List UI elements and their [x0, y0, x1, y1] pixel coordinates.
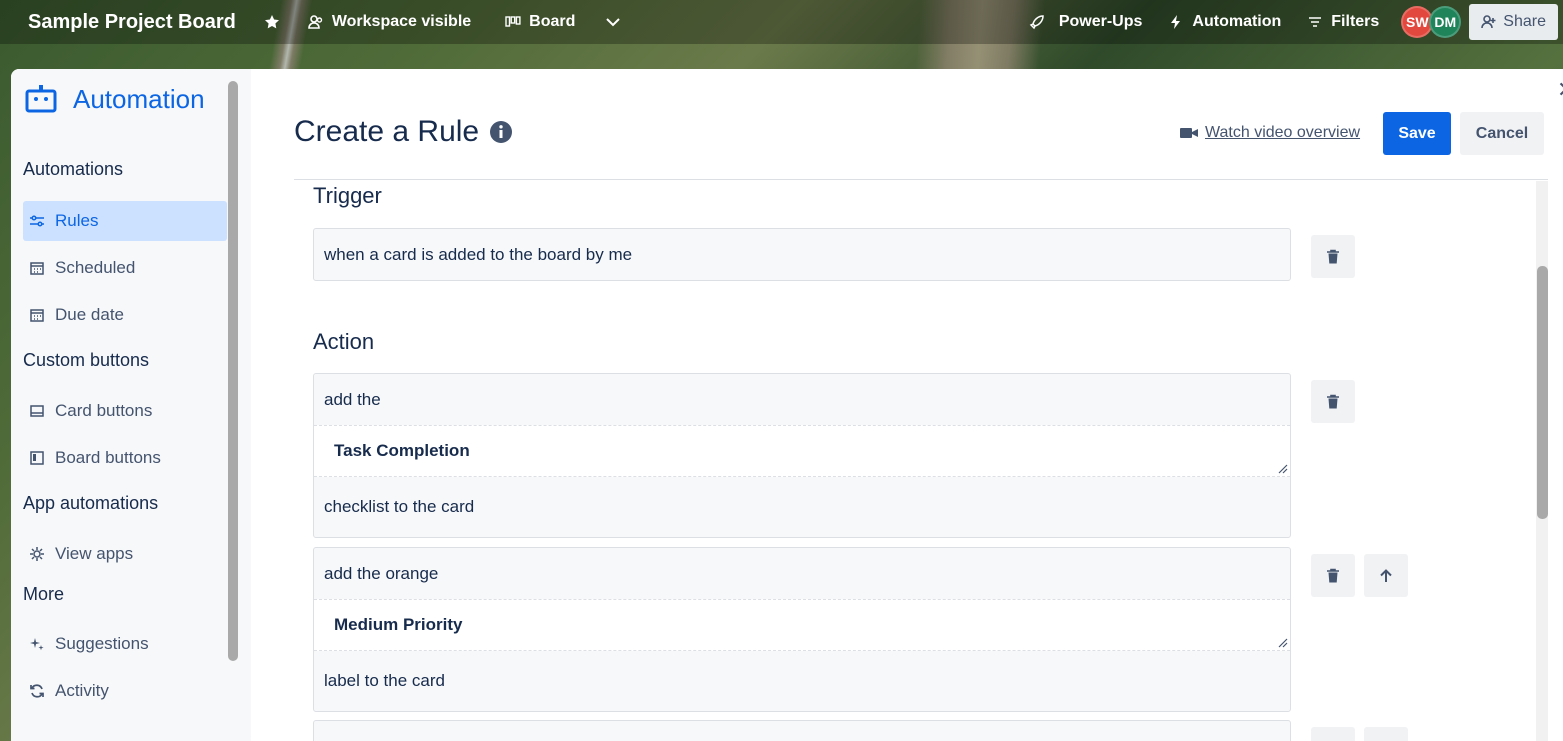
- sparkle-icon: [30, 638, 44, 651]
- star-button[interactable]: [254, 6, 290, 38]
- add-person-icon: [1481, 15, 1496, 29]
- automation-label: Automation: [1192, 13, 1282, 30]
- workspace-visible-label: Workspace visible: [331, 13, 472, 30]
- move-up-button[interactable]: [1364, 554, 1408, 597]
- sidebar-item-label: Rules: [55, 211, 99, 230]
- sidebar-item-label: Board buttons: [55, 448, 161, 467]
- delete-action-button[interactable]: [1311, 380, 1355, 423]
- trigger-text: when a card is added to the board by me: [324, 244, 633, 264]
- robot-icon: [25, 85, 57, 113]
- automation-sidebar: Automation Automations Rules Scheduled D…: [11, 69, 251, 741]
- filter-icon: [1309, 17, 1322, 27]
- sidebar-title: Automation: [73, 83, 205, 114]
- section-app-automations: App automations: [23, 493, 159, 513]
- delete-action-button[interactable]: [1311, 727, 1355, 741]
- info-icon[interactable]: [489, 120, 513, 144]
- trash-icon: [1327, 568, 1339, 582]
- sidebar-scrollbar[interactable]: [228, 81, 238, 661]
- resize-handle-icon[interactable]: [1276, 462, 1288, 474]
- header-divider: [294, 179, 1548, 180]
- sidebar-item-label: Card buttons: [55, 401, 153, 420]
- save-button[interactable]: Save: [1383, 112, 1451, 155]
- main-scrollbar-thumb[interactable]: [1537, 266, 1548, 519]
- sidebar-item-label: Due date: [55, 305, 124, 324]
- move-up-button[interactable]: [1364, 727, 1408, 741]
- sidebar-item-label: Activity: [55, 681, 109, 700]
- sidebar-item-scheduled[interactable]: Scheduled: [23, 248, 227, 288]
- people-icon: [308, 15, 323, 29]
- page-title: Create a Rule: [294, 115, 513, 149]
- sidebar-item-label: Scheduled: [55, 258, 136, 277]
- action-block: add the orange Medium Priority label to …: [313, 547, 1291, 712]
- share-button[interactable]: Share: [1469, 4, 1558, 40]
- action-block: add the Task Completion checklist to the…: [313, 373, 1291, 538]
- label-name-field[interactable]: Medium Priority: [314, 599, 1290, 651]
- sliders-icon: [30, 215, 44, 227]
- board-icon: [505, 16, 521, 27]
- board-view-label: Board: [529, 13, 576, 30]
- star-icon: [264, 15, 279, 29]
- rocket-icon: [1029, 15, 1044, 30]
- close-icon[interactable]: ✕: [1557, 77, 1563, 103]
- video-camera-icon: [1180, 128, 1198, 138]
- cancel-button[interactable]: Cancel: [1460, 112, 1544, 155]
- automation-panel: Automation Automations Rules Scheduled D…: [11, 69, 1563, 741]
- card-icon: [30, 405, 44, 417]
- refresh-icon: [30, 684, 44, 698]
- action-suffix: checklist to the card: [324, 497, 475, 516]
- power-ups-label: Power-Ups: [1058, 13, 1143, 30]
- workspace-visibility-button[interactable]: Workspace visible: [298, 6, 481, 38]
- sidebar-item-activity[interactable]: Activity: [23, 671, 227, 711]
- action-prefix: add the orange: [324, 563, 439, 583]
- sidebar-item-label: View apps: [55, 544, 134, 563]
- trigger-heading: Trigger: [313, 183, 382, 208]
- sidebar-item-card-buttons[interactable]: Card buttons: [23, 391, 227, 431]
- section-more: More: [23, 584, 65, 604]
- board-icon: [30, 451, 44, 465]
- watch-video-link[interactable]: Watch video overview: [1179, 124, 1360, 142]
- action-heading: Action: [313, 329, 375, 354]
- sidebar-header: Automation: [25, 83, 205, 115]
- action-prefix: add the: [324, 389, 381, 409]
- automation-button[interactable]: Automation: [1158, 6, 1291, 38]
- sidebar-item-suggestions[interactable]: Suggestions: [23, 624, 227, 664]
- board-view-button[interactable]: Board: [495, 6, 585, 38]
- filters-button[interactable]: Filters: [1297, 6, 1389, 38]
- view-switcher-button[interactable]: [595, 6, 631, 38]
- sidebar-item-due-date[interactable]: Due date: [23, 295, 227, 335]
- sidebar-item-view-apps[interactable]: View apps: [23, 534, 227, 574]
- board-title[interactable]: Sample Project Board: [28, 11, 236, 34]
- action-block: [313, 720, 1291, 741]
- trash-icon: [1327, 394, 1339, 408]
- share-label: Share: [1503, 13, 1546, 30]
- resize-handle-icon[interactable]: [1276, 636, 1288, 648]
- calendar-icon: [30, 262, 44, 275]
- gear-icon: [30, 547, 44, 561]
- rule-editor: Create a Rule Watch video overview Save …: [251, 69, 1563, 741]
- avatar[interactable]: DM: [1429, 6, 1462, 38]
- board-header: Sample Project Board Workspace visible B…: [0, 0, 1563, 44]
- watch-video-label: Watch video overview: [1205, 124, 1361, 141]
- sidebar-item-rules[interactable]: Rules: [23, 201, 227, 241]
- arrow-up-icon: [1380, 568, 1392, 582]
- lightning-icon: [1171, 15, 1181, 29]
- delete-trigger-button[interactable]: [1311, 235, 1355, 278]
- sidebar-item-label: Suggestions: [55, 634, 149, 653]
- page-title-text: Create a Rule: [294, 115, 480, 148]
- label-name-value: Medium Priority: [334, 615, 463, 634]
- trigger-block[interactable]: when a card is added to the board by me: [313, 228, 1291, 281]
- checklist-name-field[interactable]: Task Completion: [314, 425, 1290, 477]
- calendar-icon: [30, 309, 44, 322]
- sidebar-item-board-buttons[interactable]: Board buttons: [23, 438, 227, 478]
- action-suffix: label to the card: [324, 671, 445, 690]
- delete-action-button[interactable]: [1311, 554, 1355, 597]
- section-automations: Automations: [23, 159, 124, 179]
- trash-icon: [1327, 249, 1339, 263]
- filters-label: Filters: [1331, 13, 1380, 30]
- chevron-down-icon: [606, 18, 621, 27]
- power-ups-button[interactable]: Power-Ups: [1019, 6, 1153, 38]
- checklist-name-value: Task Completion: [334, 441, 470, 460]
- section-custom-buttons: Custom buttons: [23, 350, 150, 370]
